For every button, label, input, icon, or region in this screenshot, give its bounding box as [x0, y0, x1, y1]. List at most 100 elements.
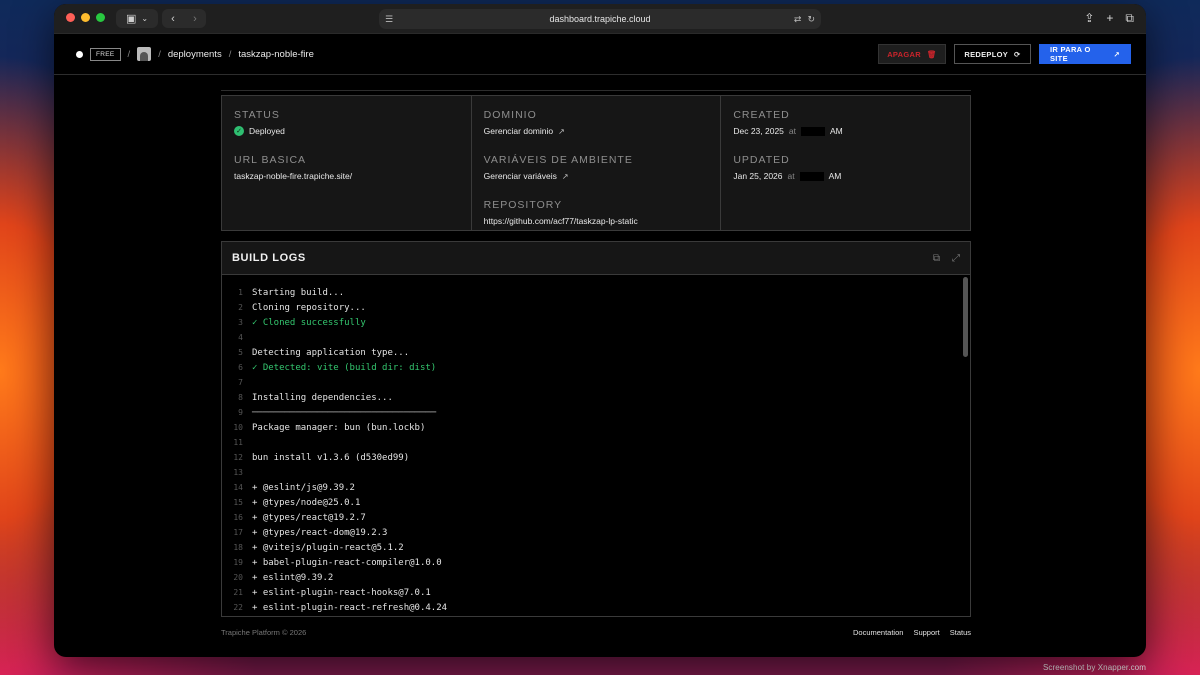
log-line: 20 + eslint@9.39.2: [222, 570, 970, 585]
log-line-number: 12: [233, 453, 243, 462]
repo-value[interactable]: https://github.com/acf77/taskzap-lp-stat…: [484, 216, 709, 226]
log-line: 19 + babel-plugin-react-compiler@1.0.0: [222, 555, 970, 570]
log-lines: 1 Starting build... 2 Cloning repository...…: [222, 275, 970, 615]
redeploy-button[interactable]: REDEPLOY ⟳: [954, 44, 1031, 64]
log-line-number: 15: [233, 498, 243, 507]
log-line: 16 + @types/react@19.2.7: [222, 510, 970, 525]
sidebar-toggle-button[interactable]: ▣ ⌄: [116, 9, 158, 28]
build-logs-title: BUILD LOGS: [232, 252, 306, 264]
delete-button[interactable]: APAGAR 🗑︎: [878, 44, 946, 64]
log-line-text: + @types/react-dom@19.2.3: [252, 527, 388, 538]
log-line-number: 20: [233, 573, 243, 582]
repo-label: REPOSITORY: [483, 199, 563, 211]
domain-label: DOMINIO: [483, 109, 537, 121]
log-line-number: 18: [233, 543, 243, 552]
log-line-number: 19: [233, 558, 243, 567]
window-controls: [66, 13, 105, 22]
deployment-info-card: STATUS ✓ Deployed URL BASICA taskzap-nob…: [221, 95, 971, 231]
log-line-text: + eslint-plugin-react-refresh@0.4.24: [252, 602, 448, 613]
share-icon[interactable]: ⇪: [1084, 11, 1094, 26]
expand-icon[interactable]: ⤢: [952, 253, 960, 264]
breadcrumb-deployments[interactable]: deployments: [168, 49, 222, 60]
log-line-number: 10: [233, 423, 243, 432]
log-line-text: ✓ Detected: vite (build dir: dist): [252, 362, 437, 373]
header-actions: APAGAR 🗑︎ REDEPLOY ⟳ IR PARA O SITE ↗: [878, 44, 1131, 64]
footer-link-support[interactable]: Support: [913, 628, 939, 637]
footer-link-documentation[interactable]: Documentation: [853, 628, 903, 637]
updated-ampm: AM: [828, 171, 842, 181]
external-link-icon: ↗: [561, 171, 569, 181]
new-tab-icon[interactable]: +: [1106, 11, 1113, 26]
reload-icon[interactable]: ↻: [807, 14, 815, 25]
log-line: 21 + eslint-plugin-react-hooks@7.0.1: [222, 585, 970, 600]
check-circle-icon: ✓: [234, 126, 244, 136]
log-line-number: 17: [233, 528, 243, 537]
log-line-text: ✓ Cloned successfully: [252, 317, 366, 328]
info-column-dates: CREATED Dec 23, 2025 at AM UPDATED Jan 2…: [721, 96, 970, 230]
redeploy-button-label: REDEPLOY: [964, 49, 1009, 59]
log-line-number: 16: [233, 513, 243, 522]
minimize-window-button[interactable]: [81, 13, 90, 22]
log-line-text: + @types/node@25.0.1: [252, 497, 361, 508]
url-value[interactable]: taskzap-noble-fire.trapiche.site/: [234, 171, 459, 181]
log-line: 10 Package manager: bun (bun.lockb): [222, 420, 970, 435]
log-line: 9 ──────────────────────────────────: [222, 405, 970, 420]
close-window-button[interactable]: [66, 13, 75, 22]
log-line: 22 + eslint-plugin-react-refresh@0.4.24: [222, 600, 970, 615]
manage-env-link[interactable]: Gerenciar variáveis ↗: [484, 171, 709, 181]
open-site-button[interactable]: IR PARA O SITE ↗: [1039, 44, 1131, 64]
manage-env-text: Gerenciar variáveis: [483, 171, 557, 181]
log-line: 7: [222, 375, 970, 390]
url-label: URL BASICA: [234, 154, 307, 166]
log-scrollbar[interactable]: [963, 277, 968, 357]
logo-icon[interactable]: [76, 50, 83, 58]
info-column-domain: DOMINIO Gerenciar dominio ↗ VARIÁVEIS DE…: [472, 96, 722, 230]
delete-button-label: APAGAR: [887, 49, 921, 59]
breadcrumb-separator: /: [228, 48, 232, 60]
trash-icon: 🗑︎: [926, 49, 937, 59]
back-icon[interactable]: ‹: [162, 13, 184, 25]
log-line-number: 13: [233, 468, 243, 477]
page-footer: Trapiche Platform © 2026 Documentation S…: [221, 628, 971, 637]
zoom-window-button[interactable]: [96, 13, 105, 22]
build-logs-header: BUILD LOGS ⧉ ⤢: [222, 242, 970, 275]
log-line: 15 + @types/node@25.0.1: [222, 495, 970, 510]
created-value: Dec 23, 2025 at AM: [733, 126, 958, 136]
log-line: 8 Installing dependencies...: [222, 390, 970, 405]
updated-date: Jan 25, 2026: [733, 171, 783, 181]
log-line: 4: [222, 330, 970, 345]
log-line-text: Cloning repository...: [252, 302, 366, 313]
created-at-word: at: [788, 126, 797, 136]
forward-icon[interactable]: ›: [184, 13, 206, 25]
page-settings-icon[interactable]: ☰: [385, 14, 393, 25]
log-line-text: + @types/react@19.2.7: [252, 512, 366, 523]
log-line: 13: [222, 465, 970, 480]
manage-domain-link[interactable]: Gerenciar dominio ↗: [484, 126, 709, 136]
history-nav: ‹ ›: [162, 9, 206, 28]
manage-domain-text: Gerenciar dominio: [483, 126, 554, 136]
breadcrumb: FREE / / deployments / taskzap-noble-fir…: [76, 47, 314, 61]
log-line-text: + babel-plugin-react-compiler@1.0.0: [252, 557, 442, 568]
status-value: ✓ Deployed: [234, 126, 459, 136]
translate-icon[interactable]: ⇄: [794, 14, 802, 25]
log-line: 5 Detecting application type...: [222, 345, 970, 360]
external-link-icon: ↗: [1113, 49, 1120, 59]
sidebar-icon: ▣: [125, 13, 137, 25]
plan-badge: FREE: [90, 47, 121, 61]
log-line: 2 Cloning repository...: [222, 300, 970, 315]
log-line: 17 + @types/react-dom@19.2.3: [222, 525, 970, 540]
build-logs-panel: BUILD LOGS ⧉ ⤢ 1 Starting build... 2 Clonin…: [221, 241, 971, 617]
log-line-number: 6: [238, 363, 243, 372]
log-line: 1 Starting build...: [222, 285, 970, 300]
log-line-text: + @vitejs/plugin-react@5.1.2: [252, 542, 404, 553]
log-line-text: + @eslint/js@9.39.2: [252, 482, 355, 493]
log-line-text: ──────────────────────────────────: [252, 407, 437, 418]
log-line-number: 9: [238, 408, 243, 417]
footer-link-status[interactable]: Status: [950, 628, 971, 637]
log-line: 14 + @eslint/js@9.39.2: [222, 480, 970, 495]
avatar[interactable]: [137, 47, 152, 61]
updated-at-word: at: [787, 171, 795, 181]
tab-overview-icon[interactable]: ⧉: [1125, 11, 1134, 26]
address-bar[interactable]: ☰ dashboard.trapiche.cloud ⇄ ↻: [379, 9, 821, 29]
copy-icon[interactable]: ⧉: [933, 253, 940, 264]
